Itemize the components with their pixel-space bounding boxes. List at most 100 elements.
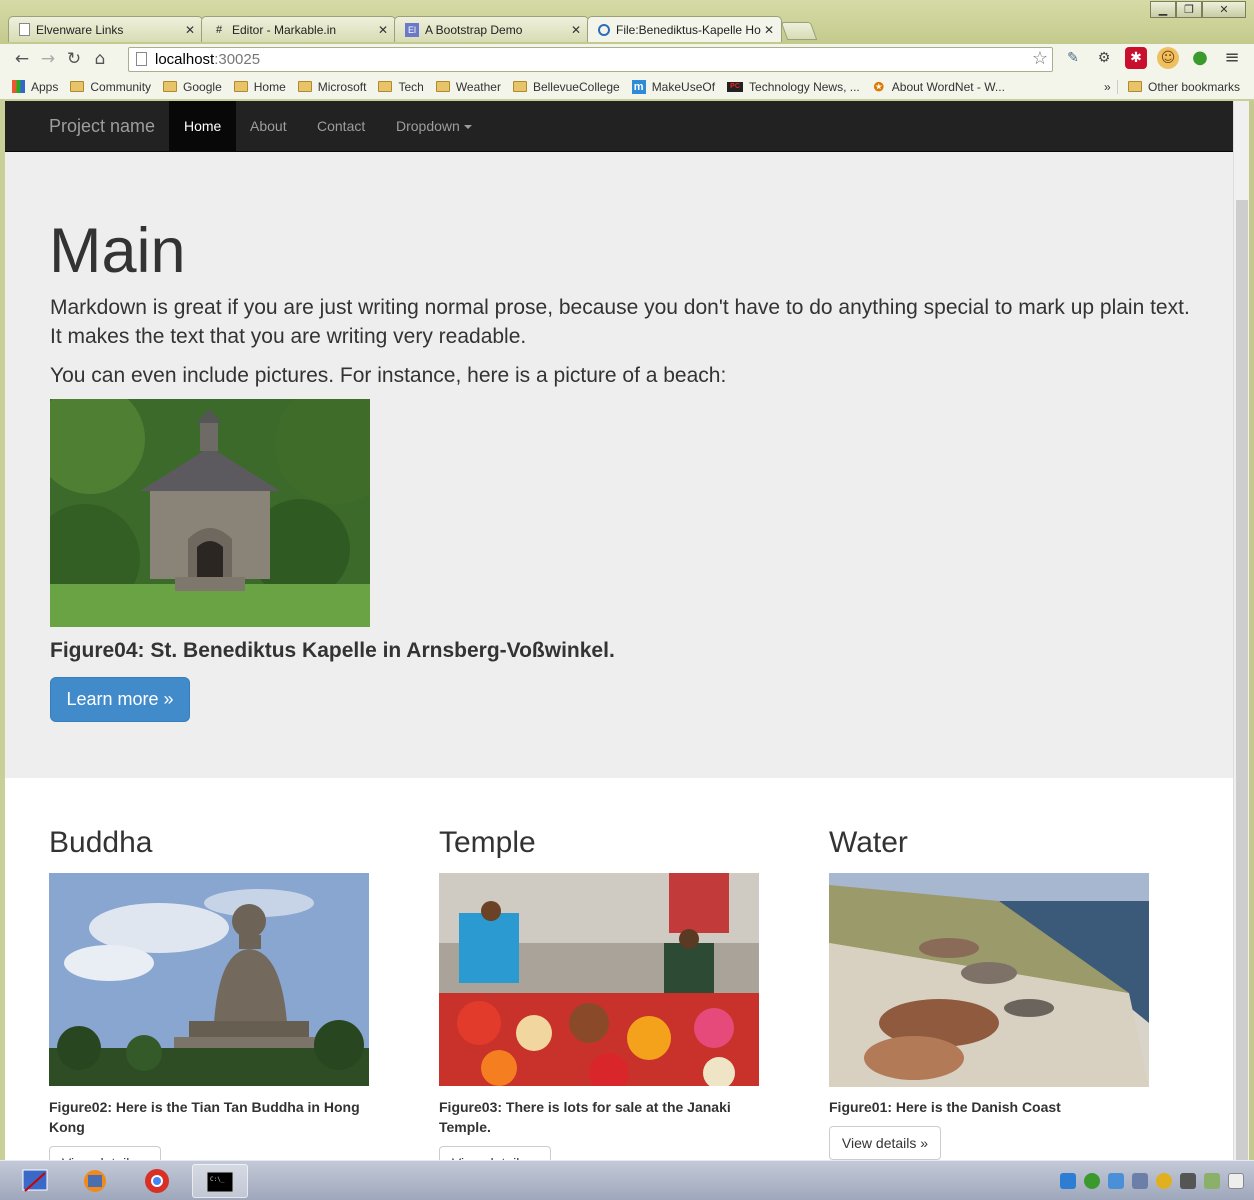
bookmark-apps[interactable]: Apps bbox=[12, 80, 58, 94]
bookmark-technology-news[interactable]: PC Technology News, ... bbox=[727, 80, 860, 94]
eyedropper-icon[interactable]: ✎ bbox=[1062, 47, 1084, 69]
taskbar-app-visual-studio[interactable] bbox=[68, 1164, 124, 1198]
browser-tab-active[interactable]: File:Benediktus-Kapelle Ho ✕ bbox=[587, 16, 782, 42]
view-details-button[interactable]: View details » bbox=[439, 1146, 551, 1160]
bookmark-home[interactable]: Home bbox=[233, 79, 286, 94]
nav-dropdown-label: Dropdown bbox=[396, 118, 460, 134]
evernote-tray-icon[interactable] bbox=[1084, 1173, 1100, 1189]
evernote-icon[interactable]: ● bbox=[1189, 47, 1211, 69]
taskbar-app-console[interactable]: C:\_ bbox=[192, 1164, 248, 1198]
flag-tray-icon[interactable] bbox=[1228, 1173, 1244, 1189]
menu-icon[interactable]: ≡ bbox=[1221, 47, 1243, 69]
browser-tab[interactable]: Elvenware Links ✕ bbox=[8, 16, 203, 42]
display-tray-icon[interactable] bbox=[1132, 1173, 1148, 1189]
chrome-icon bbox=[145, 1169, 169, 1193]
bookmark-label: MakeUseOf bbox=[651, 79, 716, 94]
figure-caption: Figure01: Here is the Danish Coast bbox=[829, 1099, 1061, 1115]
tab-title: Editor - Markable.in bbox=[232, 22, 337, 37]
bookmark-community[interactable]: Community bbox=[70, 80, 151, 94]
new-tab-button[interactable] bbox=[780, 22, 818, 40]
bookmark-microsoft[interactable]: Microsoft bbox=[297, 80, 366, 94]
bookmark-label: Home bbox=[253, 79, 286, 94]
site-navbar: Project name Home About Contact Dropdown bbox=[5, 101, 1233, 152]
figure-caption: Figure04: St. Benediktus Kapelle in Arns… bbox=[50, 639, 615, 662]
security-tray-icon[interactable] bbox=[1204, 1173, 1220, 1189]
page-icon bbox=[136, 52, 147, 66]
gear-icon[interactable]: ⚙ bbox=[1093, 47, 1115, 69]
wikimedia-icon bbox=[598, 23, 610, 36]
folder-icon bbox=[512, 81, 527, 92]
nav-contact[interactable]: Contact bbox=[302, 101, 380, 151]
browser-toolbar: ← → ↻ ⌂ localhost:30025 ☆ ✎ ⚙ ✱ ☺ ● ≡ bbox=[0, 44, 1254, 74]
close-icon[interactable]: ✕ bbox=[764, 23, 774, 37]
address-host: localhost bbox=[155, 51, 215, 68]
column-heading: Water bbox=[829, 826, 908, 859]
folder-icon bbox=[1128, 81, 1142, 92]
bookmark-label: Other bookmarks bbox=[1148, 79, 1241, 94]
folder-icon bbox=[378, 81, 393, 92]
bookmark-tech[interactable]: Tech bbox=[378, 79, 424, 94]
picture-paragraph: You can even include pictures. For insta… bbox=[50, 364, 727, 387]
cursor-tray-icon[interactable] bbox=[1180, 1173, 1196, 1189]
minimize-button[interactable]: ▁ bbox=[1150, 1, 1176, 18]
maximize-button[interactable]: ❐ bbox=[1176, 1, 1202, 18]
browser-tab[interactable]: # Editor - Markable.in ✕ bbox=[201, 16, 396, 42]
taskbar-app-remote[interactable] bbox=[8, 1164, 64, 1198]
network-tray-icon[interactable] bbox=[1060, 1173, 1076, 1189]
taskbar-app-chrome[interactable] bbox=[130, 1164, 186, 1198]
page-viewport: Project name Home About Contact Dropdown… bbox=[5, 101, 1233, 1160]
lastpass-icon[interactable]: ✱ bbox=[1125, 47, 1147, 69]
buddha-image bbox=[49, 873, 369, 1086]
navbar-brand[interactable]: Project name bbox=[49, 116, 155, 137]
bookmark-bellevuecollege[interactable]: BellevueCollege bbox=[512, 80, 620, 94]
bookmark-makeuseof[interactable]: m MakeUseOf bbox=[631, 79, 716, 94]
bookmark-label: Google bbox=[183, 79, 222, 94]
close-icon[interactable]: ✕ bbox=[378, 23, 388, 37]
document-icon bbox=[19, 23, 30, 36]
bookmark-label: Community bbox=[90, 79, 152, 94]
extension-face-icon[interactable]: ☺ bbox=[1157, 47, 1179, 69]
folder-icon bbox=[297, 81, 312, 92]
vertical-scrollbar[interactable] bbox=[1233, 101, 1249, 1190]
bookmark-label: Technology News, ... bbox=[749, 79, 860, 94]
close-window-button[interactable]: ✕ bbox=[1202, 1, 1246, 18]
intro-paragraph: Markdown is great if you are just writin… bbox=[50, 296, 1190, 348]
forward-arrow-icon[interactable]: → bbox=[35, 46, 61, 72]
close-icon[interactable]: ✕ bbox=[185, 23, 195, 37]
other-bookmarks[interactable]: Other bookmarks bbox=[1117, 79, 1241, 94]
caret-down-icon bbox=[463, 125, 472, 130]
browser-tab[interactable]: El A Bootstrap Demo ✕ bbox=[394, 16, 589, 42]
window-controls: ▁ ❐ ✕ bbox=[1150, 1, 1246, 18]
bookmarks-overflow-chevron[interactable]: » bbox=[1104, 80, 1111, 94]
bookmark-label: Apps bbox=[31, 79, 59, 94]
chrome-tray-icon[interactable] bbox=[1156, 1173, 1172, 1189]
nav-home[interactable]: Home bbox=[169, 101, 237, 151]
remote-desktop-icon bbox=[22, 1169, 48, 1192]
tab-strip: Elvenware Links ✕ # Editor - Markable.in… bbox=[8, 16, 818, 42]
bookmark-google[interactable]: Google bbox=[163, 80, 222, 94]
close-icon[interactable]: ✕ bbox=[571, 23, 581, 37]
folder-icon bbox=[70, 81, 85, 92]
scrollbar-thumb[interactable] bbox=[1236, 200, 1248, 1190]
bookmark-weather[interactable]: Weather bbox=[435, 79, 501, 94]
bookmark-star-icon[interactable]: ☆ bbox=[1032, 48, 1048, 69]
nav-dropdown[interactable]: Dropdown bbox=[381, 101, 487, 151]
learn-more-button[interactable]: Learn more » bbox=[50, 677, 190, 722]
address-bar[interactable]: localhost:30025 ☆ bbox=[128, 47, 1053, 72]
bootstrap-icon: El bbox=[405, 22, 419, 37]
view-details-button[interactable]: View details » bbox=[829, 1126, 941, 1160]
danish-coast-image bbox=[829, 873, 1149, 1087]
reload-icon[interactable]: ↻ bbox=[61, 46, 87, 72]
folder-icon bbox=[163, 81, 178, 92]
bookmark-wordnet[interactable]: ✪ About WordNet - W... bbox=[872, 80, 1005, 94]
bookmark-label: Tech bbox=[398, 79, 424, 94]
nav-about[interactable]: About bbox=[235, 101, 302, 151]
dropbox-tray-icon[interactable] bbox=[1108, 1173, 1124, 1189]
home-icon[interactable]: ⌂ bbox=[87, 46, 113, 72]
view-details-button[interactable]: View details » bbox=[49, 1146, 161, 1160]
jumbotron: Main Markdown is great if you are just w… bbox=[5, 152, 1233, 778]
hash-icon: # bbox=[215, 23, 223, 36]
tab-title: File:Benediktus-Kapelle Ho bbox=[616, 22, 761, 37]
bookmark-label: Weather bbox=[455, 79, 501, 94]
back-arrow-icon[interactable]: ← bbox=[9, 46, 35, 72]
